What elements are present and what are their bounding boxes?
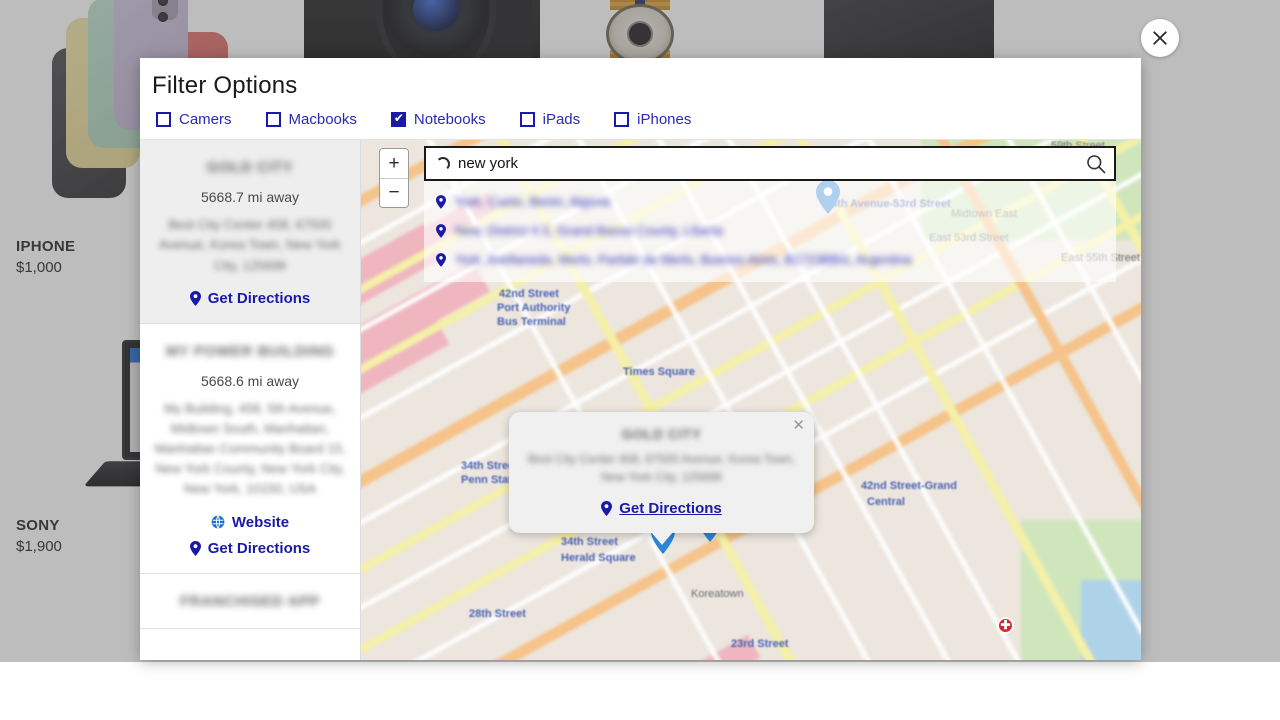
checkbox-macbooks[interactable]	[266, 112, 281, 127]
filter-label: iPads	[543, 111, 581, 128]
list-item[interactable]: GOLD CITY 5668.7 mi away Best City Cente…	[140, 140, 360, 324]
checkbox-iphones[interactable]	[614, 112, 629, 127]
suggestion-label: New, District 4-5, Grand Bassa County, L…	[455, 223, 723, 238]
link-label: Get Directions	[619, 500, 722, 517]
filter-label: iPhones	[637, 111, 691, 128]
filter-checkbox-group: Camers Macbooks Notebooks iPads iPhones	[152, 100, 1129, 139]
place-distance: 5668.6 mi away	[154, 373, 346, 389]
filter-label: Camers	[179, 111, 232, 128]
filter-macbooks[interactable]: Macbooks	[266, 111, 357, 128]
map-label: Bus Terminal	[497, 316, 566, 328]
suggestion-item[interactable]: New, District 4-5, Grand Bassa County, L…	[424, 216, 1116, 245]
search-box[interactable]	[424, 146, 1116, 181]
link-label: Get Directions	[208, 540, 311, 557]
map-pin-icon	[190, 291, 201, 306]
filter-label: Macbooks	[289, 111, 357, 128]
map-pin-icon	[436, 253, 446, 267]
place-name: GOLD CITY	[154, 158, 346, 178]
search-icon[interactable]	[1086, 154, 1106, 174]
map-zoom-controls: + −	[379, 148, 409, 208]
link-label: Get Directions	[208, 290, 311, 307]
map-pin-icon	[436, 224, 446, 238]
map-pin-icon	[601, 501, 612, 516]
filter-camers[interactable]: Camers	[156, 111, 232, 128]
zoom-out-button[interactable]: −	[380, 178, 408, 207]
filter-iphones[interactable]: iPhones	[614, 111, 691, 128]
map-marker-cross[interactable]: ✚	[997, 617, 1014, 634]
link-label: Website	[232, 514, 289, 531]
filter-label: Notebooks	[414, 111, 486, 128]
places-sidebar[interactable]: GOLD CITY 5668.7 mi away Best City Cente…	[140, 140, 361, 660]
suggestion-item[interactable]: York, Avellaneda, Merlo, Partido de Merl…	[424, 245, 1116, 274]
zoom-in-button[interactable]: +	[380, 149, 408, 178]
place-address: Best City Center 458, 67500 Avenue, Kore…	[154, 215, 346, 275]
map-label: 34th Street	[561, 536, 618, 548]
map-label: 42nd Street	[499, 288, 559, 300]
suggestion-item[interactable]: York, Cueto, Benin, Algeria	[424, 187, 1116, 216]
website-link[interactable]: Website	[211, 514, 289, 531]
get-directions-link[interactable]: Get Directions	[601, 500, 722, 517]
get-directions-link[interactable]: Get Directions	[190, 540, 311, 557]
filter-ipads[interactable]: iPads	[520, 111, 581, 128]
place-links: Get Directions	[154, 290, 346, 307]
spinner-icon	[436, 157, 450, 171]
modal-body: GOLD CITY 5668.7 mi away Best City Cente…	[140, 139, 1141, 660]
app-root: Nikon IPHONE $1,000 SONY $1,900 Filte	[0, 0, 1280, 720]
page-bottom-bar	[0, 662, 1280, 720]
map-search-area: York, Cueto, Benin, Algeria New, Distric…	[424, 146, 1116, 282]
map-label: 23rd Street	[731, 638, 788, 650]
filter-notebooks[interactable]: Notebooks	[391, 111, 486, 128]
place-name: FRANCHISED APP	[154, 592, 346, 612]
popup-link-row: Get Directions	[525, 500, 798, 521]
leaflet-map[interactable]: 5th Avenue-53rd Street Midtown East East…	[361, 140, 1141, 660]
map-label: 28th Street	[469, 608, 526, 620]
suggestion-label: York, Cueto, Benin, Algeria	[455, 194, 610, 209]
map-label: Times Square	[623, 366, 695, 378]
map-label: Koreatown	[691, 588, 744, 600]
map-label: Port Authority	[497, 302, 571, 314]
place-address: My Building, 458, 5th Avenue, Midtown So…	[154, 399, 346, 500]
globe-icon	[211, 515, 225, 529]
map-popup: ✕ GOLD CITY Best City Center 458, 87500 …	[509, 412, 814, 533]
checkbox-ipads[interactable]	[520, 112, 535, 127]
place-name: MY POWER BUILDING	[154, 342, 346, 362]
page-title: Filter Options	[152, 72, 1129, 100]
popup-title: GOLD CITY	[525, 426, 798, 442]
checkbox-notebooks[interactable]	[391, 112, 406, 127]
map-label: Herald Square	[561, 552, 636, 564]
close-button[interactable]	[1141, 19, 1179, 57]
modal-header: Filter Options Camers Macbooks Notebooks…	[140, 58, 1141, 139]
search-suggestions: York, Cueto, Benin, Algeria New, Distric…	[424, 181, 1116, 282]
get-directions-link[interactable]: Get Directions	[190, 290, 311, 307]
popup-address: Best City Center 458, 87500 Avenue, Kore…	[525, 450, 798, 486]
place-distance: 5668.7 mi away	[154, 189, 346, 205]
search-input[interactable]	[458, 155, 1086, 172]
map-label: 42nd Street-Grand	[861, 480, 957, 492]
checkbox-camers[interactable]	[156, 112, 171, 127]
map-pin-icon	[190, 541, 201, 556]
close-icon	[1151, 29, 1169, 47]
list-item[interactable]: FRANCHISED APP	[140, 574, 360, 629]
map-pin-icon	[436, 195, 446, 209]
suggestion-label: York, Avellaneda, Merlo, Partido de Merl…	[455, 252, 912, 267]
list-item[interactable]: MY POWER BUILDING 5668.6 mi away My Buil…	[140, 324, 360, 574]
map-label: Central	[867, 496, 905, 508]
filter-options-modal: Filter Options Camers Macbooks Notebooks…	[140, 58, 1141, 660]
place-links: Website Get Directions	[154, 514, 346, 557]
